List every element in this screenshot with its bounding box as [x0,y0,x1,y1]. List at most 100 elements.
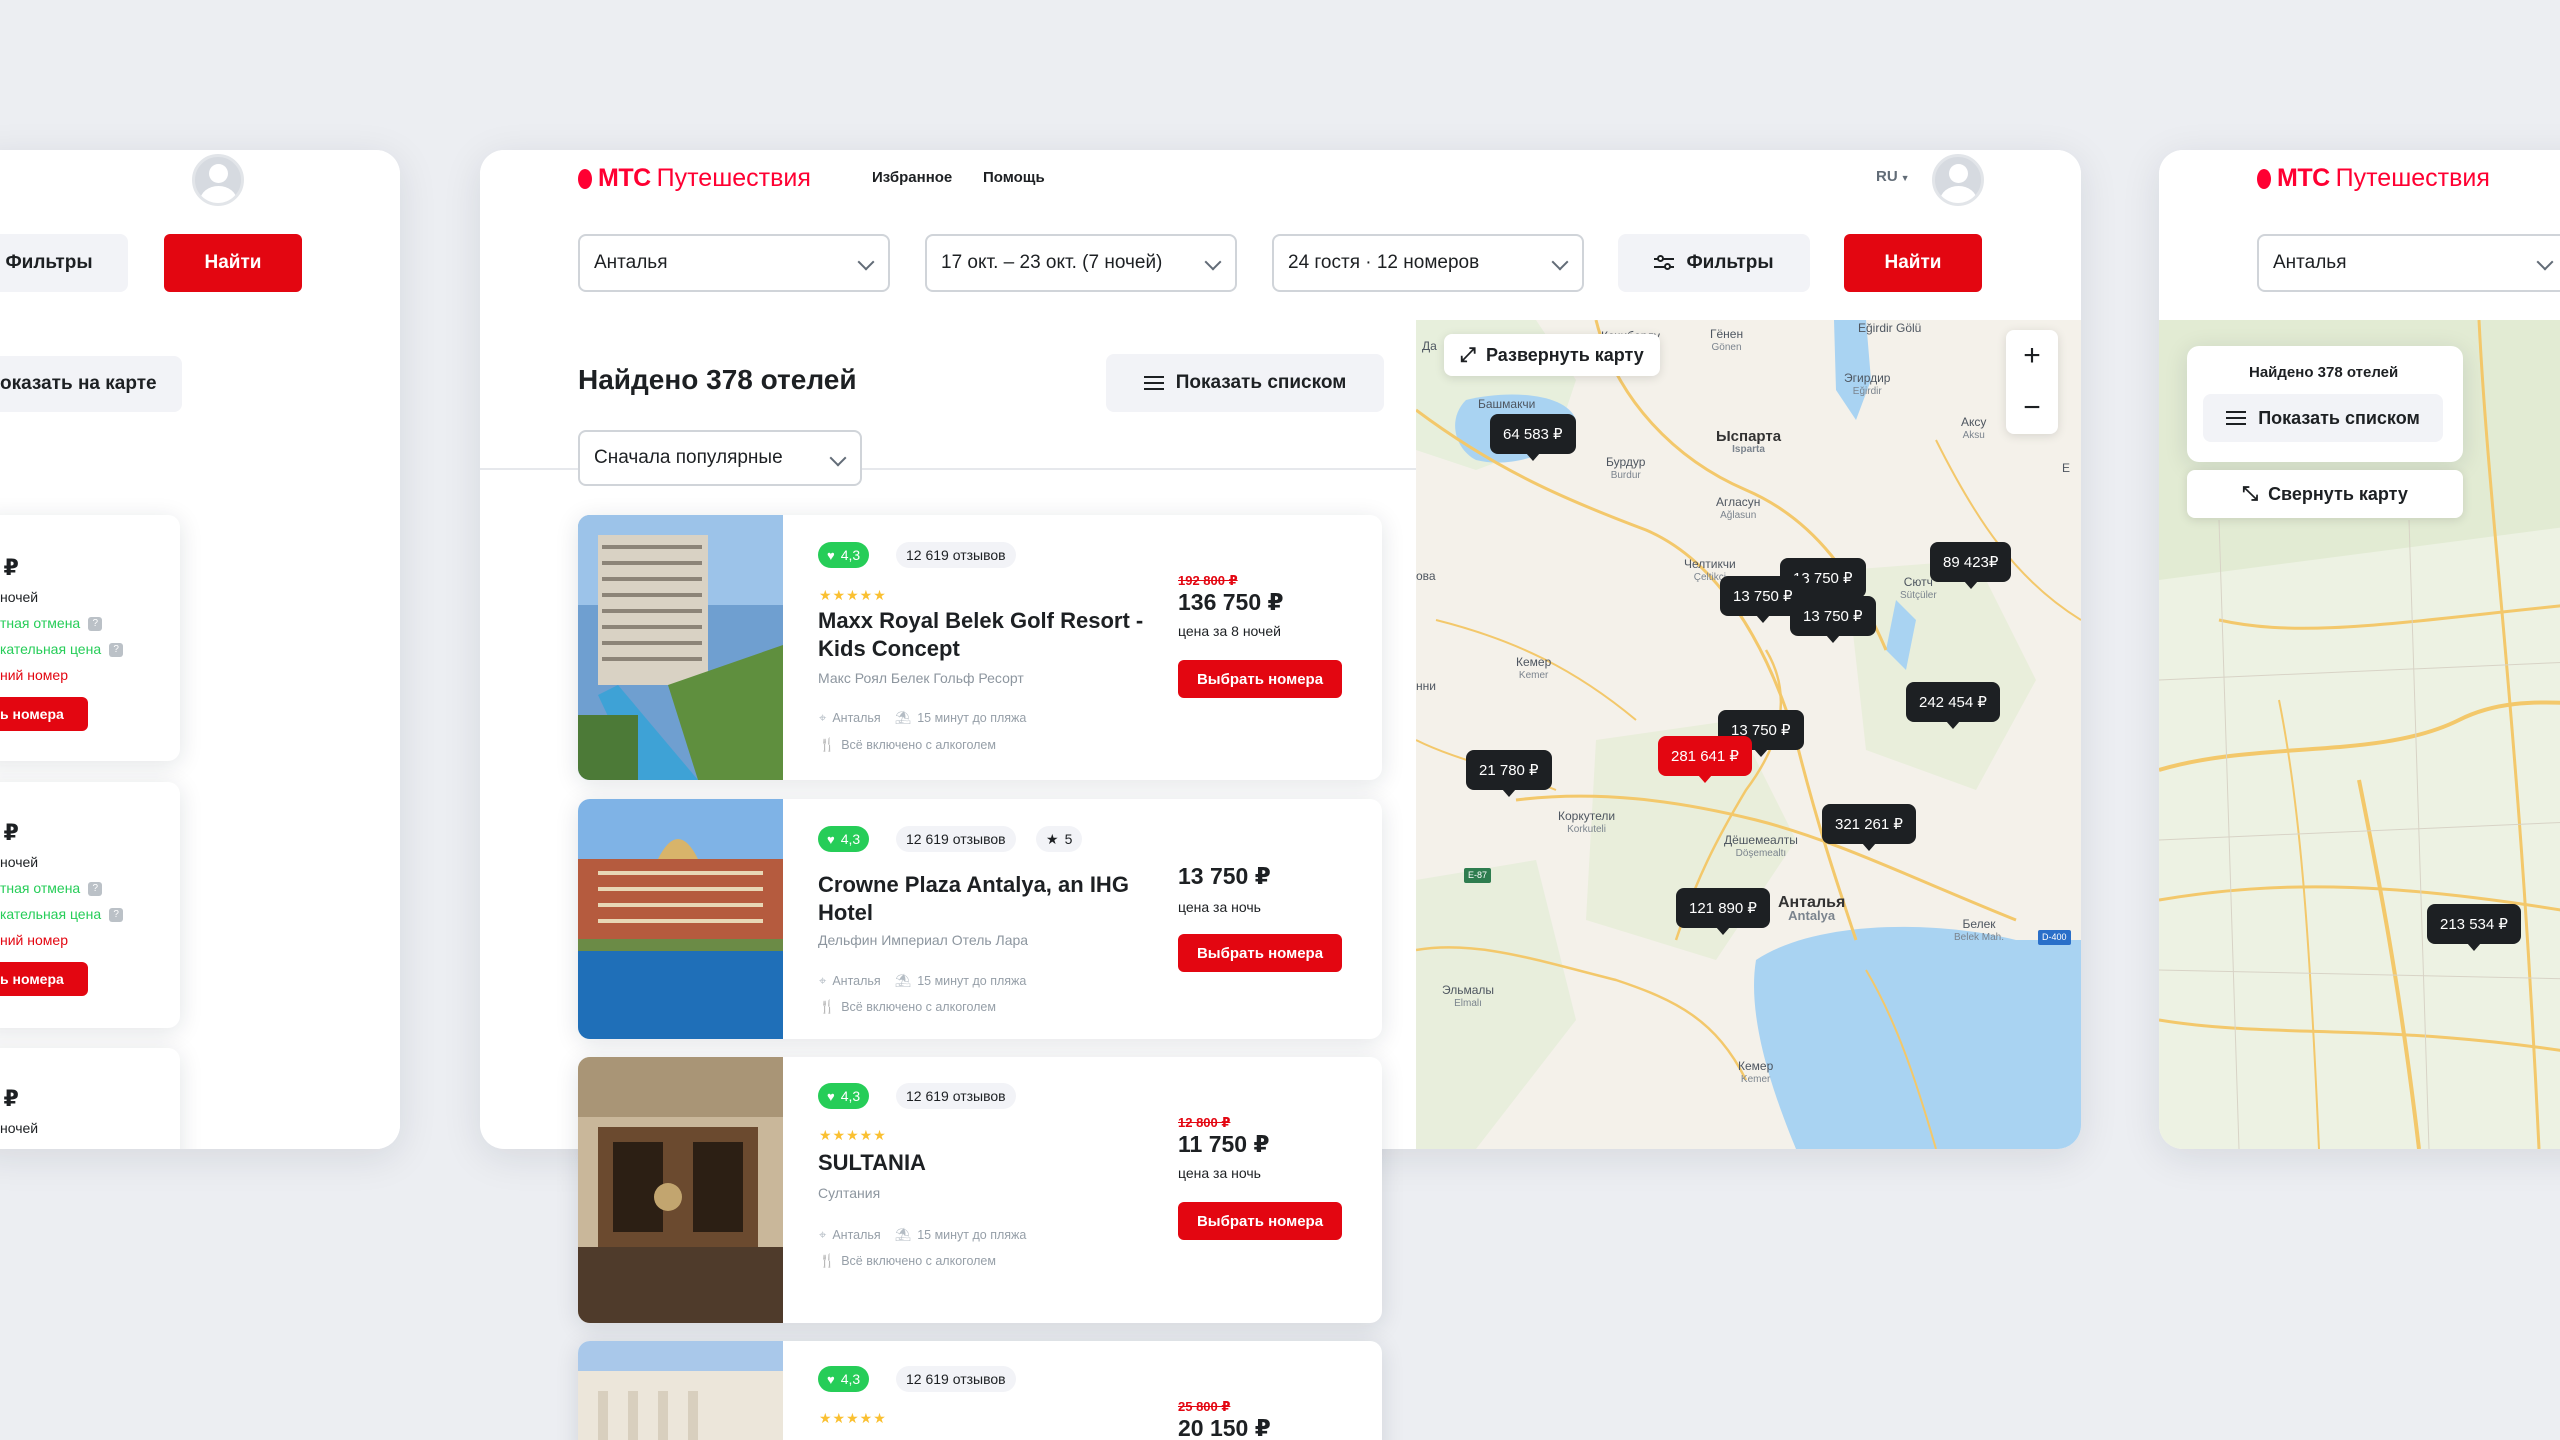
old-price: 192 800 ₽ [1178,573,1238,588]
old-price: 25 800 ₽ [1178,1399,1231,1414]
map-price-pin[interactable]: 242 454 ₽ [1906,682,2000,729]
show-on-map-button[interactable]: оказать на карте [0,356,182,412]
destination-select[interactable]: Анталья [578,234,890,292]
hotel-subtitle: Макс Роял Белек Гольф Ресорт [818,670,1024,686]
destination-select[interactable]: Анталья [2257,234,2560,292]
rating-badge: ♥ 4,3 [818,1083,870,1109]
hotel-stars: ★★★★★ [819,587,887,603]
show-list-button[interactable]: Показать списком [2203,394,2443,442]
hotel-card[interactable]: ♥ 4,3 12 619 отзывов ★★★★★ Maxx Royal Bel… [578,515,1382,780]
map-price-pin[interactable]: 121 890 ₽ [1676,888,1770,935]
reviews-count[interactable]: 12 619 отзывов [896,1083,1016,1109]
collapse-icon: ⤡ [2242,482,2259,505]
reviews-count[interactable]: 12 619 отзывов [896,542,1016,568]
zoom-control: + − [2006,330,2058,434]
language-switch[interactable]: RU▼ [1876,168,1910,185]
hotel-star-category: ★ 5 [1036,826,1083,852]
filters-button[interactable]: Фильтры [0,234,128,292]
heart-icon: ♥ [827,1371,835,1387]
map-label-isparta: Ыспарта Isparta [1716,428,1782,455]
select-rooms-button[interactable]: ь номера [0,697,88,731]
nav-help[interactable]: Помощь [983,169,1045,186]
pin-icon: ⌖ [819,1227,827,1242]
mts-egg-icon [2257,168,2271,189]
filters-button[interactable]: Фильтры [1618,234,1810,292]
sort-select[interactable]: Сначала популярные [578,430,862,486]
avatar[interactable] [192,154,244,206]
price-note: цена за 8 ночей [1178,623,1281,639]
chevron-down-icon [1551,253,1569,271]
find-button[interactable]: Найти [1844,234,1982,292]
price: ) ₽ [0,555,19,580]
hotel-photo [578,799,783,1039]
heart-icon: ♥ [827,1088,835,1104]
map-label-egirdir: Эгирдир Eğirdir [1844,371,1891,398]
map-price-pin-selected[interactable]: 281 641 ₽ [1658,736,1752,783]
mts-travel-logo[interactable]: МТС Путешествия [578,164,811,193]
find-button[interactable]: Найти [164,234,302,292]
star-icon: ★ [1046,830,1059,847]
filters-icon [1654,254,1675,272]
map-label-doshemealti: Дёшемеалты Döşemealtı [1724,833,1798,860]
nav-favorites[interactable]: Избранное [872,169,952,186]
heart-icon: ♥ [827,831,835,847]
map[interactable]: Найдено 378 отелей Показать списком ⤡ Св… [2159,320,2560,1149]
help-icon[interactable]: ? [109,908,124,923]
map-price-pin[interactable]: 213 534 ₽ [2427,904,2521,951]
heart-icon: ♥ [827,547,835,563]
reviews-count[interactable]: 12 619 отзывов [896,826,1016,852]
best-price: кательная цена? [0,906,124,923]
reviews-count[interactable]: 12 619 отзывов [896,1366,1016,1392]
pin-icon: ⌖ [819,710,827,725]
map-price-pin[interactable]: 89 423₽ [1930,542,2012,589]
map[interactable]: Кечиборлу ГёненGönen Eğirdir Gölü Эгирди… [1416,320,2081,1149]
expand-map-button[interactable]: ⤢ Развернуть карту [1444,334,1660,376]
hotel-name[interactable]: SULTANIA [818,1149,1148,1177]
select-rooms-button[interactable]: Выбрать номера [1178,1202,1342,1240]
mts-travel-logo[interactable]: МТС Путешествия [2257,164,2490,193]
beach-icon: ⛱ [894,973,912,988]
price-note: цена за ночь [1178,899,1261,915]
zoom-in-button[interactable]: + [2006,330,2058,382]
guests-select[interactable]: 24 гостя · 12 номеров [1272,234,1584,292]
mts-egg-icon [578,168,592,189]
select-rooms-button[interactable]: Выбрать номера [1178,660,1342,698]
hotel-card[interactable]: ♥ 4,3 12 619 отзывов ★ 5 Crowne Plaza Anta… [578,799,1382,1039]
avatar[interactable] [1932,154,1984,206]
rating-badge: ♥ 4,3 [818,542,870,568]
beach-icon: ⛱ [894,710,912,725]
collapse-map-button[interactable]: ⤡ Свернуть карту [2187,470,2463,518]
hotel-meals: 🍴 Всё включено с алкоголем [819,999,996,1014]
map-price-pin[interactable]: 321 261 ₽ [1822,804,1916,851]
road-d400: D-400 [2038,930,2071,945]
select-rooms-button[interactable]: Выбрать номера [1178,934,1342,972]
map-label-belek: Белек Belek Mah. [1954,917,2005,944]
hotel-card[interactable]: ♥ 4,3 12 619 отзывов ★★★★★ 25 800 ₽ 20 15… [578,1341,1382,1440]
hotel-location: ⌖ Анталья ⛱ 15 минут до пляжа [819,1227,1027,1242]
select-rooms-button[interactable]: ь номера [0,962,88,996]
map-price-pin[interactable]: 13 750 ₽ [1790,596,1876,643]
help-icon[interactable]: ? [88,882,103,897]
free-cancel: тная отмена? [0,880,103,897]
hotel-name[interactable]: Crowne Plaza Antalya, an IHG Hotel [818,871,1148,927]
left-hotel-card: ) ₽ ночей тная отмена? кательная цена? н… [0,782,180,1028]
help-icon[interactable]: ? [109,643,124,658]
hotel-name[interactable]: Maxx Royal Belek Golf Resort - Kids Conc… [818,607,1148,663]
map-label-elmaly: Эльмалы Elmalı [1442,983,1495,1010]
expand-icon: ⤢ [1460,343,1476,366]
map-label-burdur: Бурдур Burdur [1606,455,1646,482]
dates-select[interactable]: 17 окт. – 23 окт. (7 ночей) [925,234,1237,292]
map-price-pin[interactable]: 64 583 ₽ [1490,414,1576,461]
list-icon [2226,411,2247,425]
nights: ночей [0,1120,39,1136]
map-label-kemer-south: Кемер Kemer [1738,1059,1774,1086]
map-label-da: Да [1422,339,1437,353]
help-icon[interactable]: ? [88,617,103,632]
show-list-button[interactable]: Показать списком [1106,354,1384,412]
map-label-antalya: Анталья Antalya [1778,894,1846,923]
room-type: ний номер [0,667,68,683]
hotel-card[interactable]: ♥ 4,3 12 619 отзывов ★★★★★ SULTANIA Султа… [578,1057,1382,1323]
old-price: 12 800 ₽ [1178,1115,1231,1130]
zoom-out-button[interactable]: − [2006,382,2058,434]
map-price-pin[interactable]: 21 780 ₽ [1466,750,1552,797]
